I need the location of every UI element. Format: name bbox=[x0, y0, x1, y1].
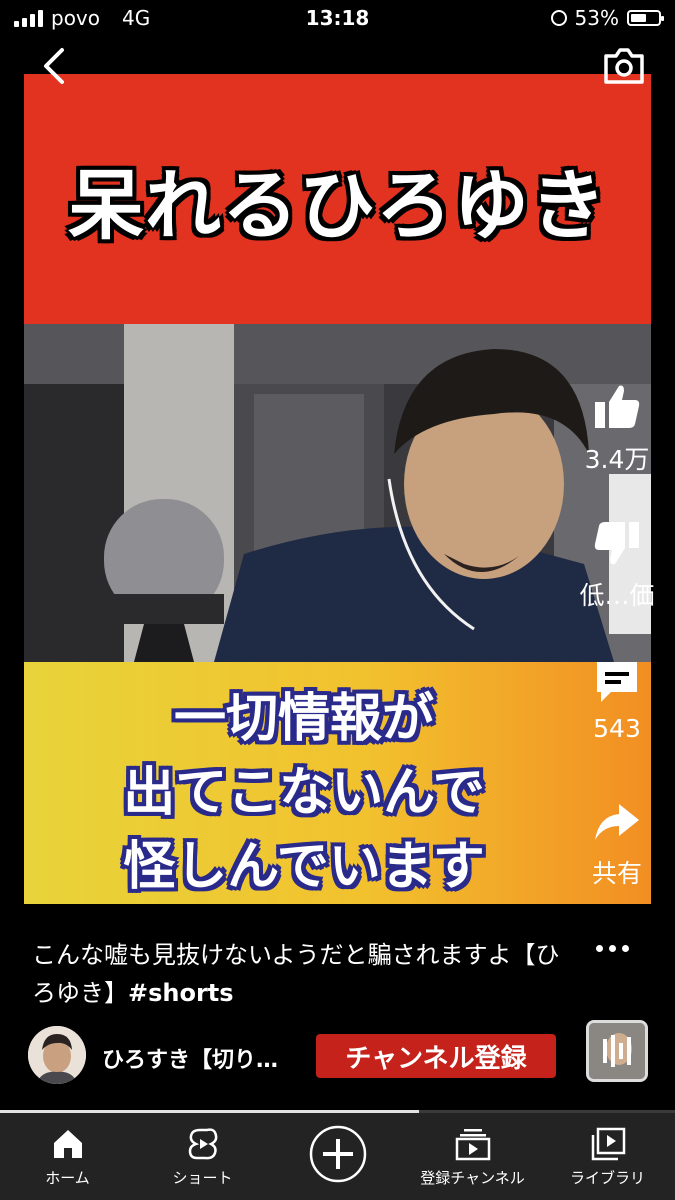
home-icon bbox=[53, 1130, 82, 1158]
subscribe-button[interactable]: チャンネル登録 bbox=[316, 1034, 556, 1078]
comment-count: 543 bbox=[593, 714, 641, 743]
thumb-down-icon bbox=[594, 522, 639, 565]
battery-icon bbox=[627, 10, 664, 26]
sound-thumbnail[interactable] bbox=[586, 1020, 648, 1082]
channel-row: ひろすき【切り… チャンネル登録 bbox=[28, 1020, 658, 1088]
nav-shorts[interactable]: ショート bbox=[135, 1113, 270, 1200]
nav-subscriptions-label: 登録チャンネル bbox=[420, 1169, 525, 1187]
camera-icon[interactable] bbox=[602, 46, 646, 86]
shorts-icon bbox=[188, 1128, 217, 1160]
video-frame bbox=[24, 324, 651, 662]
channel-name[interactable]: ひろすき【切り… bbox=[102, 1042, 312, 1074]
battery-percent: 53% bbox=[574, 6, 619, 30]
nav-library[interactable]: ライブラリ bbox=[540, 1113, 675, 1200]
dislike-button[interactable]: 低…価 bbox=[562, 518, 672, 612]
status-bar: povo 4G 13:18 53% bbox=[0, 0, 675, 40]
nav-create[interactable] bbox=[270, 1113, 405, 1200]
nav-shorts-label: ショート bbox=[172, 1169, 233, 1187]
status-right: 53% bbox=[550, 6, 664, 30]
video-player[interactable]: 呆れるひろゆき 一切情報が 出てこないんで 怪しんでいます bbox=[24, 74, 651, 904]
dislike-label: 低…価 bbox=[579, 581, 655, 610]
more-options-icon[interactable] bbox=[596, 938, 640, 958]
library-icon bbox=[591, 1127, 625, 1161]
subtitle-line-3: 怪しんでいます bbox=[123, 837, 485, 897]
share-button[interactable]: 共有 bbox=[562, 796, 672, 890]
nav-subscriptions[interactable]: 登録チャンネル bbox=[405, 1113, 540, 1200]
nav-library-label: ライブラリ bbox=[569, 1169, 645, 1187]
subtitle-line-1: 一切情報が bbox=[173, 689, 434, 749]
comments-button[interactable]: 543 bbox=[562, 656, 672, 743]
top-caption: 呆れるひろゆき bbox=[68, 161, 607, 250]
video-title-text: こんな嘘も見抜けないようだと騙されますよ【ひろゆき】 bbox=[32, 941, 560, 1007]
hashtag-link[interactable]: #shorts bbox=[128, 979, 234, 1007]
like-count: 3.4万 bbox=[584, 445, 650, 474]
nav-home-label: ホーム bbox=[45, 1169, 90, 1187]
like-button[interactable]: 3.4万 bbox=[562, 382, 672, 476]
comment-icon bbox=[597, 662, 637, 702]
bottom-navigation: ホーム ショート 登録チャンネル ライブラリ bbox=[0, 1113, 675, 1200]
video-title[interactable]: こんな嘘も見抜けないようだと騙されますよ【ひろゆき】#shorts bbox=[32, 936, 562, 1012]
channel-avatar[interactable] bbox=[28, 1026, 86, 1084]
orientation-lock-icon bbox=[550, 10, 567, 26]
back-arrow-icon[interactable] bbox=[36, 46, 76, 86]
caption-band-top: 呆れるひろゆき bbox=[24, 74, 651, 324]
subscriptions-icon bbox=[455, 1129, 490, 1161]
nav-home[interactable]: ホーム bbox=[0, 1113, 135, 1200]
share-icon bbox=[595, 804, 639, 840]
subtitle-line-2: 出てこないんで bbox=[123, 763, 485, 823]
thumb-up-icon bbox=[595, 385, 640, 428]
subtitle-band: 一切情報が 出てこないんで 怪しんでいます bbox=[24, 662, 651, 904]
share-label: 共有 bbox=[591, 859, 642, 888]
create-plus-icon bbox=[309, 1125, 366, 1183]
